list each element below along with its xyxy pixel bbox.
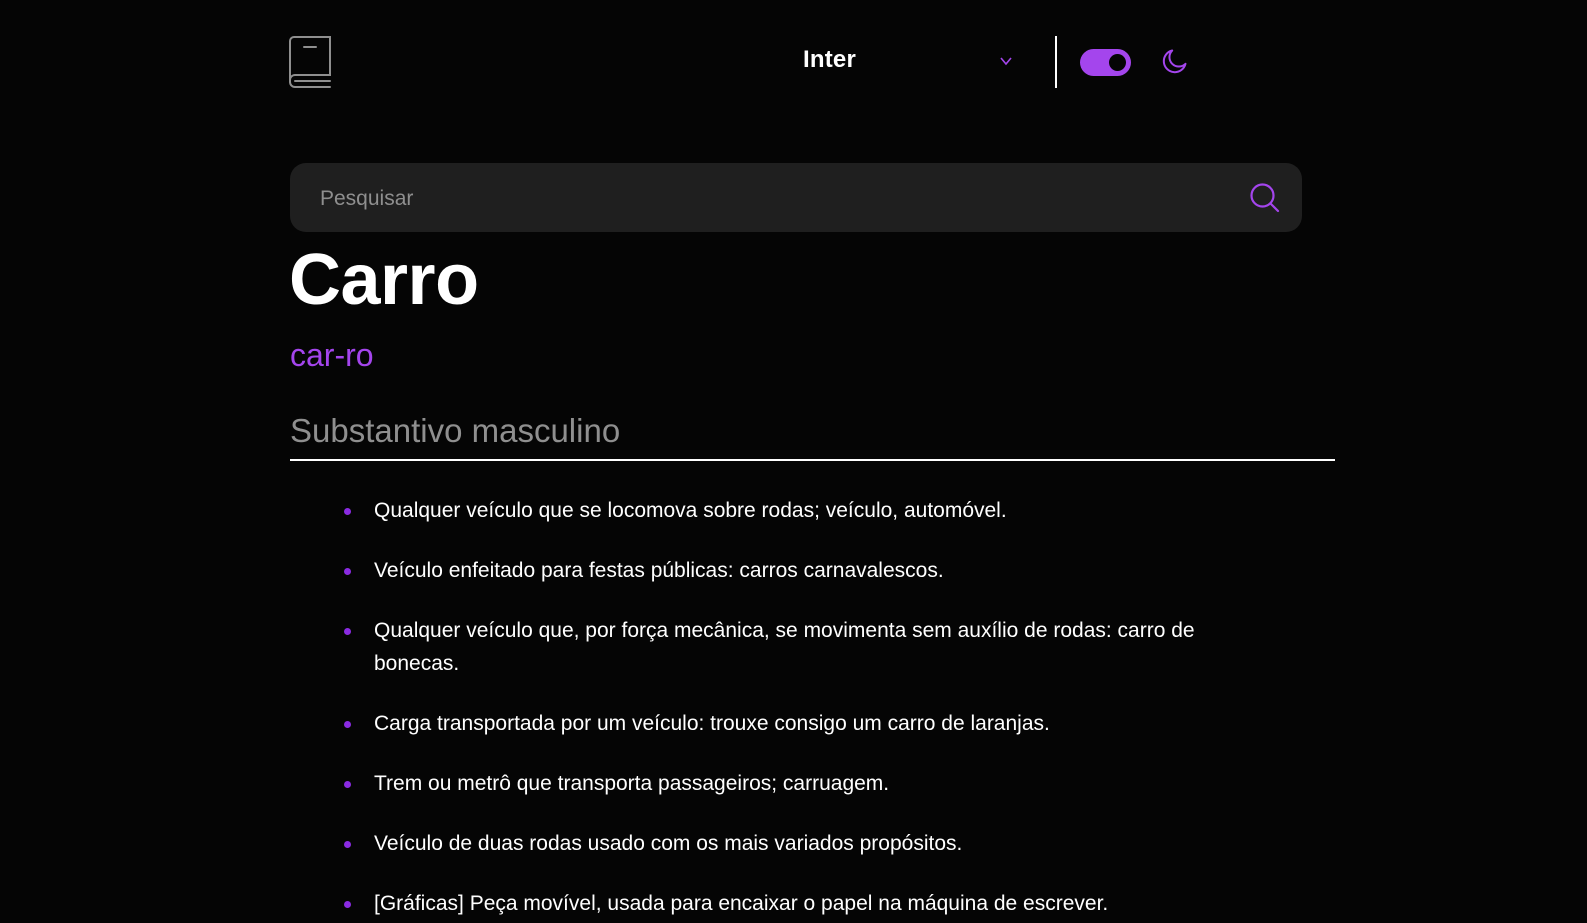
definition-item: Qualquer veículo que se locomova sobre r… <box>340 494 1260 527</box>
phonetic-text: car-ro <box>290 337 374 373</box>
definition-list: Qualquer veículo que se locomova sobre r… <box>340 494 1260 923</box>
definition-item: Veículo enfeitado para festas públicas: … <box>340 554 1260 587</box>
theme-toggle[interactable] <box>1080 49 1131 76</box>
search-bar <box>290 163 1302 234</box>
definition-item: Veículo de duas rodas usado com os mais … <box>340 827 1260 860</box>
font-selector-value: Inter <box>803 46 857 73</box>
section-divider <box>290 459 1335 461</box>
definition-item: [Gráficas] Peça movível, usada para enca… <box>340 887 1260 920</box>
definition-item: Carga transportada por um veículo: troux… <box>340 707 1260 740</box>
header-divider <box>1055 36 1057 88</box>
font-selector[interactable]: Inter <box>803 40 1023 80</box>
dictionary-page: Inter Carro car-ro Substantivo masculino… <box>0 0 1587 923</box>
part-of-speech: Substantivo masculino <box>290 412 621 449</box>
chevron-down-icon <box>1000 57 1012 66</box>
word-title: Carro <box>289 240 479 320</box>
search-icon[interactable] <box>1249 182 1280 213</box>
definition-item: Trem ou metrô que transporta passageiros… <box>340 767 1260 800</box>
definition-item: Qualquer veículo que, por força mecânica… <box>340 614 1260 680</box>
book-icon[interactable] <box>286 35 336 89</box>
moon-icon <box>1162 49 1187 74</box>
toggle-knob <box>1109 54 1126 71</box>
search-input[interactable] <box>318 163 1222 234</box>
